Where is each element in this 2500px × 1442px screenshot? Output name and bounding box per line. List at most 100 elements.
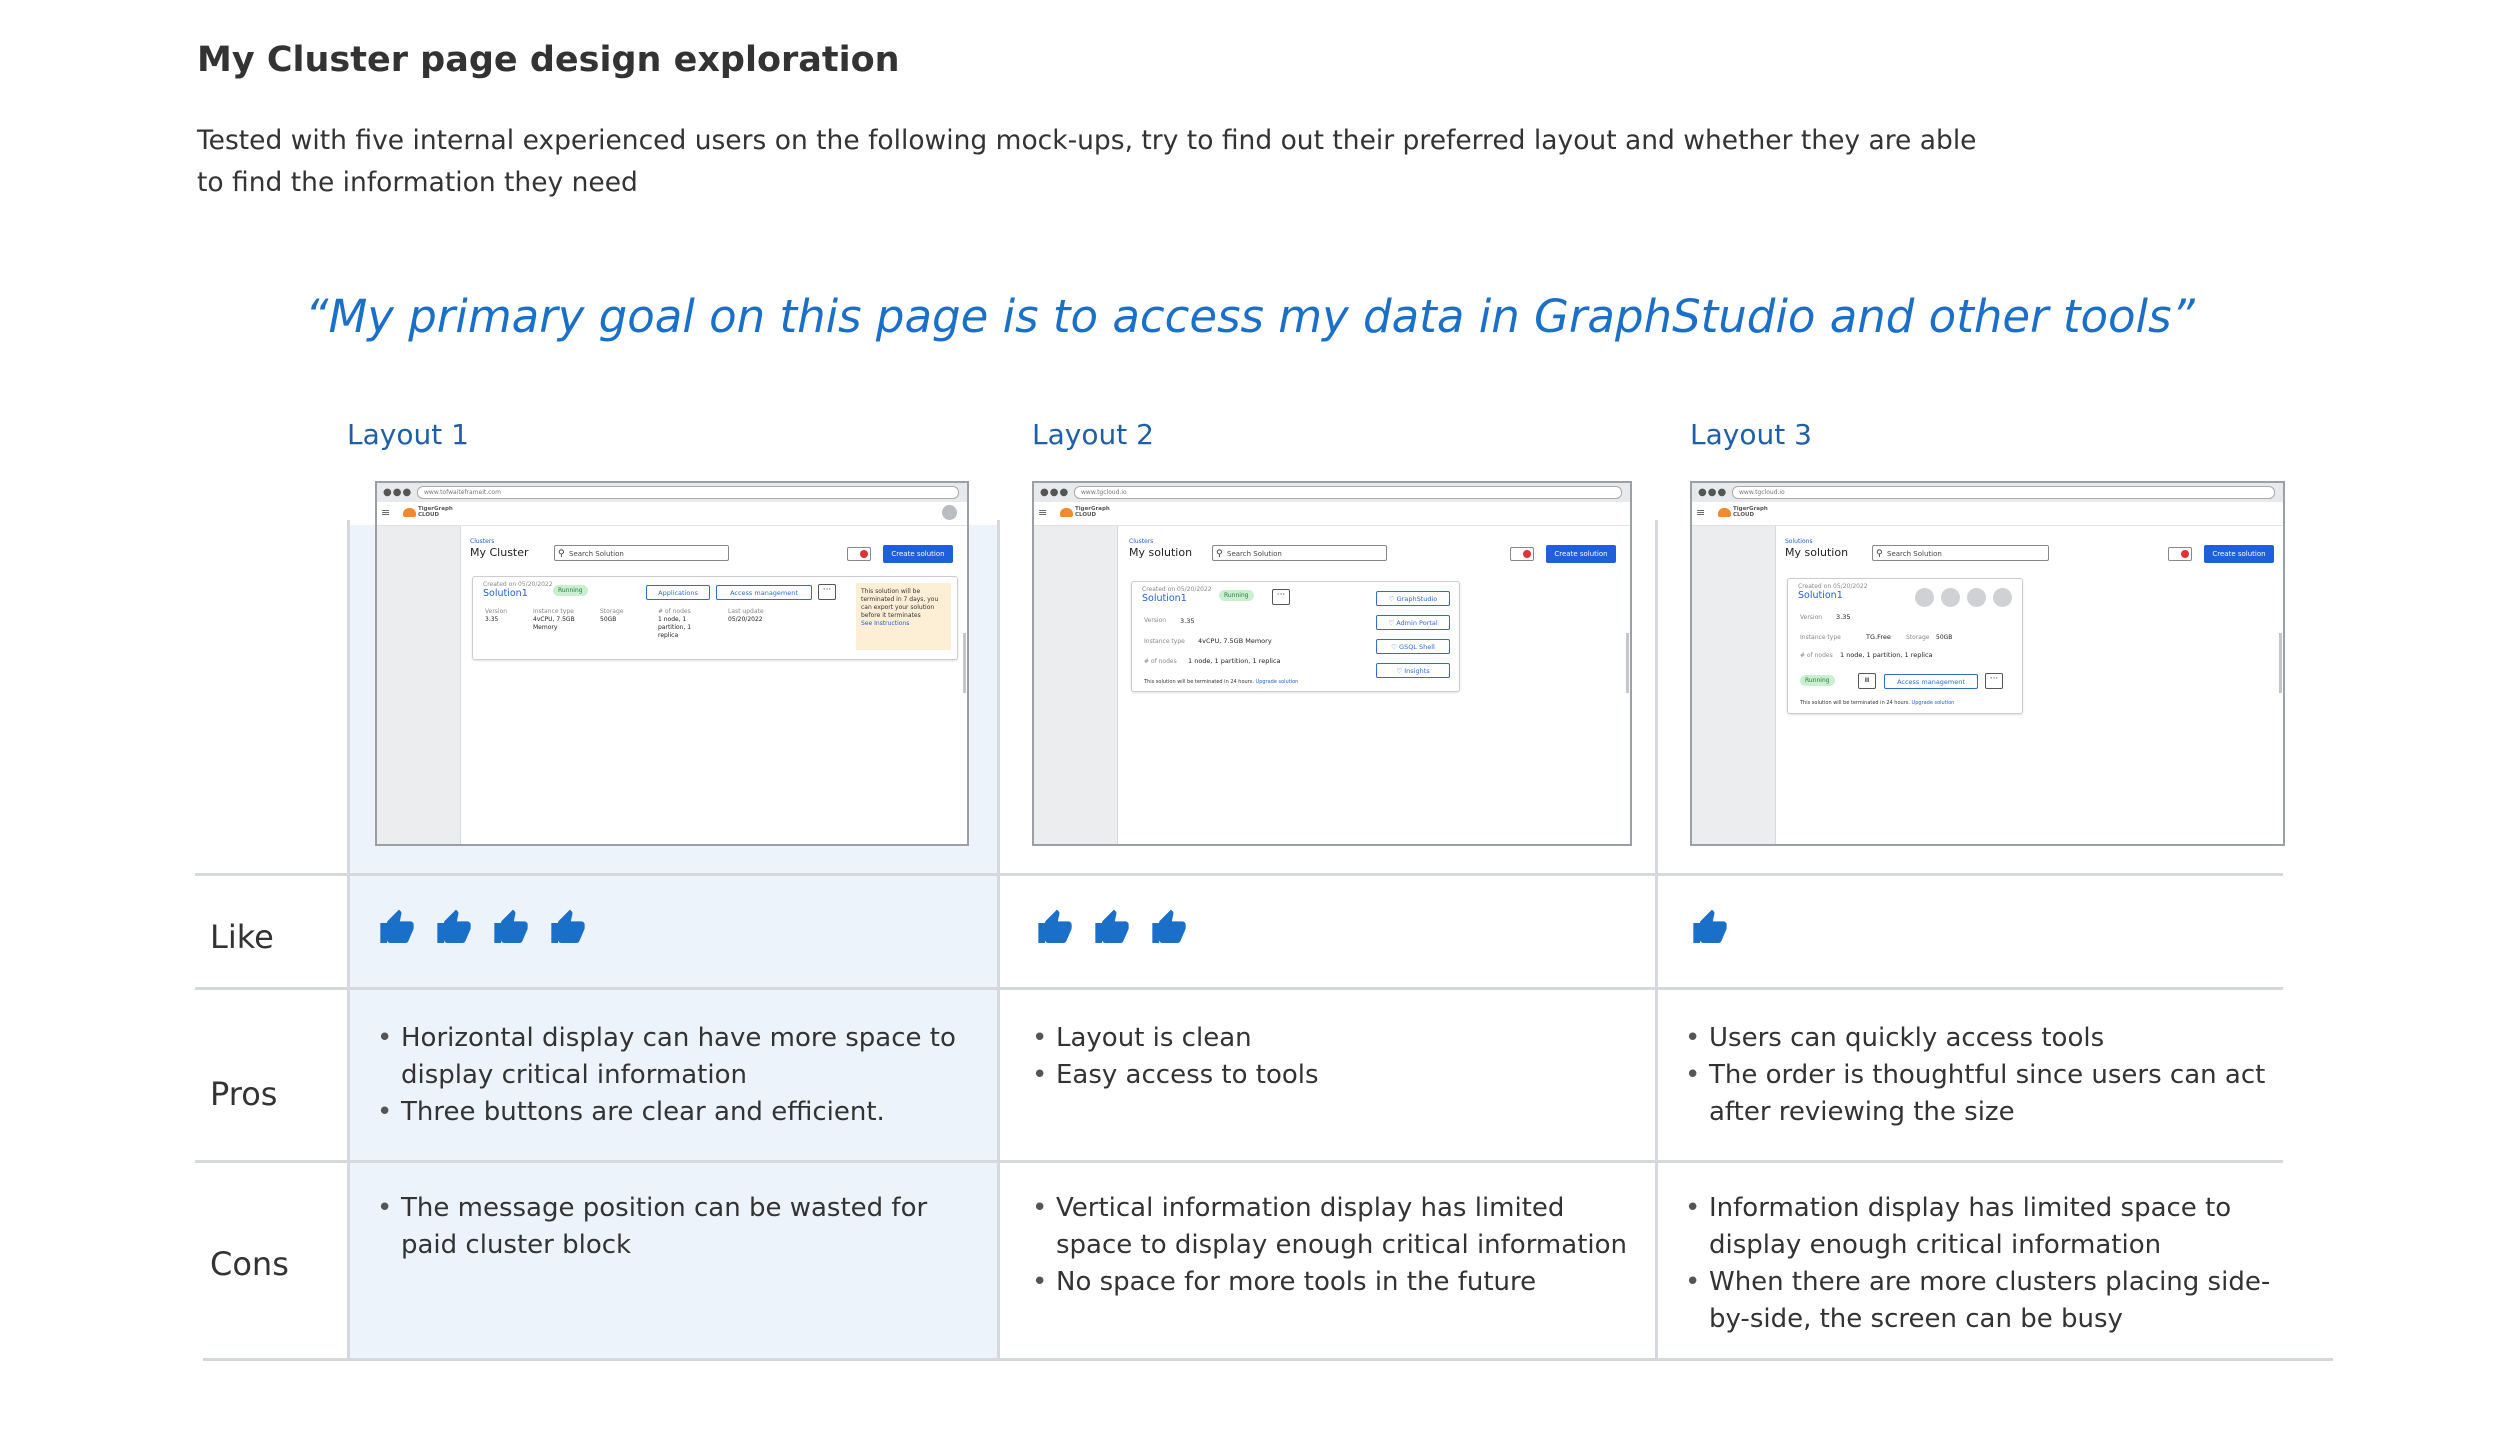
url-bar: www.tofwaiteframeit.com bbox=[417, 486, 959, 499]
field-value: 1 node, 1 partition, 1 replica bbox=[1188, 657, 1281, 665]
solution-card: Created on 05/20/2022 Solution1 Running … bbox=[1131, 581, 1460, 692]
more-icon: ··· bbox=[818, 584, 836, 600]
heart-icon: ♡ bbox=[1391, 643, 1400, 651]
heart-icon: ♡ bbox=[1388, 595, 1397, 603]
search-input: Search Solution bbox=[1872, 545, 2049, 562]
tool-button-gsql-shell: ♡ GSQL Shell bbox=[1376, 639, 1450, 654]
field-label: Version bbox=[1800, 614, 1823, 621]
breadcrumb: Clusters bbox=[470, 538, 495, 545]
termination-footer: This solution will be terminated in 24 h… bbox=[1800, 700, 1954, 707]
field-value: 4vCPU, 7.5GB Memory bbox=[1198, 637, 1272, 645]
notice-text: This solution will be terminated in 7 da… bbox=[861, 588, 939, 619]
app-nav: ≡ TigerGraph CLOUD bbox=[1034, 502, 1630, 526]
column-divider-2 bbox=[997, 520, 1000, 1360]
field-label: Storage bbox=[600, 608, 624, 615]
solution-name: Solution1 bbox=[1142, 593, 1187, 604]
tool-button-insights: ♡ Insights bbox=[1376, 663, 1450, 678]
field-value: 3.35 bbox=[1180, 617, 1195, 625]
menu-icon: ≡ bbox=[1696, 506, 1706, 519]
cloud-logo-icon bbox=[1718, 508, 1731, 517]
window-dots-icon: ●●● bbox=[383, 487, 413, 498]
termination-footer: This solution will be terminated in 24 h… bbox=[1144, 679, 1298, 686]
app-nav: ≡ TigerGraph CLOUD bbox=[377, 502, 967, 526]
field-label: # of nodes bbox=[1800, 652, 1833, 659]
breadcrumb: Clusters bbox=[1129, 538, 1154, 545]
tool-icon bbox=[1941, 588, 1960, 607]
more-icon: ··· bbox=[1985, 673, 2003, 689]
field-label: Instance type bbox=[1144, 638, 1185, 645]
termination-notice: This solution will be terminated in 7 da… bbox=[856, 583, 951, 650]
created-date: Created on 05/20/2022 bbox=[483, 581, 553, 588]
divider-like-top bbox=[195, 873, 2283, 876]
field-label: # of nodes bbox=[1144, 658, 1177, 665]
solution-card: Created on 05/20/2022 Solution1 Version … bbox=[1787, 578, 2023, 714]
search-input: Search Solution bbox=[554, 545, 729, 562]
row-label-pros: Pros bbox=[210, 1075, 278, 1113]
thumbs-up-icon bbox=[1690, 908, 1730, 948]
tool-label: GraphStudio bbox=[1396, 595, 1438, 603]
list-item: Easy access to tools bbox=[1032, 1057, 1632, 1094]
field-label: Version bbox=[1144, 617, 1167, 624]
browser-bar: ●●● www.tofwaiteframeit.com bbox=[377, 483, 967, 503]
tool-icon bbox=[1967, 588, 1986, 607]
browser-bar: ●●● www.tgcloud.io bbox=[1692, 483, 2283, 503]
sidebar bbox=[1034, 526, 1118, 844]
mockup-layout-1: ●●● www.tofwaiteframeit.com ≡ TigerGraph… bbox=[375, 481, 969, 846]
field-label: Last update bbox=[728, 608, 764, 615]
scrollbar bbox=[963, 633, 966, 693]
access-management-button: Access management bbox=[1884, 674, 1978, 689]
layout-3-label: Layout 3 bbox=[1690, 418, 1812, 451]
row-label-like: Like bbox=[210, 918, 274, 956]
divider-pros-top bbox=[195, 987, 2283, 990]
cons-layout-1: The message position can be wasted for p… bbox=[377, 1190, 977, 1264]
tool-icon bbox=[1993, 588, 2012, 607]
list-item: Layout is clean bbox=[1032, 1020, 1632, 1057]
browser-bar: ●●● www.tgcloud.io bbox=[1034, 483, 1630, 503]
page-heading: My Cluster bbox=[470, 546, 529, 559]
created-date: Created on 05/20/2022 bbox=[1798, 583, 1868, 590]
likes-layout-1 bbox=[377, 908, 605, 948]
tool-button-graphstudio: ♡ GraphStudio bbox=[1376, 591, 1450, 606]
page-heading: My solution bbox=[1129, 546, 1193, 559]
cons-layout-3: Information display has limited space to… bbox=[1685, 1190, 2295, 1338]
thumbs-up-icon bbox=[548, 908, 588, 948]
notification-icon bbox=[1510, 547, 1534, 561]
list-item: The order is thoughtful since users can … bbox=[1685, 1057, 2295, 1131]
page-heading: My solution bbox=[1785, 546, 1849, 559]
menu-icon: ≡ bbox=[1038, 506, 1048, 519]
list-item: When there are more clusters placing sid… bbox=[1685, 1264, 2295, 1338]
cons-layout-2: Vertical information display has limited… bbox=[1032, 1190, 1642, 1301]
column-divider-3 bbox=[1655, 520, 1658, 1360]
window-dots-icon: ●●● bbox=[1698, 487, 1728, 498]
instructions-link: See Instructions bbox=[861, 620, 910, 627]
list-item: No space for more tools in the future bbox=[1032, 1264, 1642, 1301]
field-value: 50GB bbox=[600, 616, 617, 623]
upgrade-link: Upgrade solution bbox=[1911, 700, 1955, 706]
column-divider-1 bbox=[347, 520, 350, 1360]
field-label: # of nodes bbox=[658, 608, 691, 615]
tool-button-admin-portal: ♡ Admin Portal bbox=[1376, 615, 1450, 630]
avatar bbox=[942, 505, 957, 520]
thumbs-up-icon bbox=[1092, 908, 1132, 948]
field-value: 05/20/2022 bbox=[728, 616, 763, 623]
mockup-layout-3: ●●● www.tgcloud.io ≡ TigerGraph CLOUD So… bbox=[1690, 481, 2285, 846]
pros-layout-2: Layout is clean Easy access to tools bbox=[1032, 1020, 1632, 1094]
footer-text: This solution will be terminated in 24 h… bbox=[1144, 679, 1254, 685]
sidebar bbox=[377, 526, 461, 844]
tool-label: Admin Portal bbox=[1396, 619, 1438, 627]
logo-text: TigerGraph CLOUD bbox=[1733, 506, 1768, 518]
url-bar: www.tgcloud.io bbox=[1732, 486, 2275, 499]
page-title: My Cluster page design exploration bbox=[197, 40, 900, 80]
field-label: Storage bbox=[1906, 634, 1930, 641]
likes-layout-2 bbox=[1035, 908, 1206, 948]
list-item: Information display has limited space to… bbox=[1685, 1190, 2295, 1264]
layout-2-label: Layout 2 bbox=[1032, 418, 1154, 451]
applications-button: Applications bbox=[646, 585, 710, 600]
solution-name: Solution1 bbox=[1798, 590, 1843, 601]
pros-layout-3: Users can quickly access tools The order… bbox=[1685, 1020, 2295, 1131]
menu-icon: ≡ bbox=[381, 506, 391, 519]
notification-icon bbox=[847, 547, 871, 561]
notification-icon bbox=[2168, 547, 2192, 561]
field-value: 1 node, 1 partition, 1 replica bbox=[1840, 651, 1933, 659]
access-management-button: Access management bbox=[716, 585, 812, 600]
